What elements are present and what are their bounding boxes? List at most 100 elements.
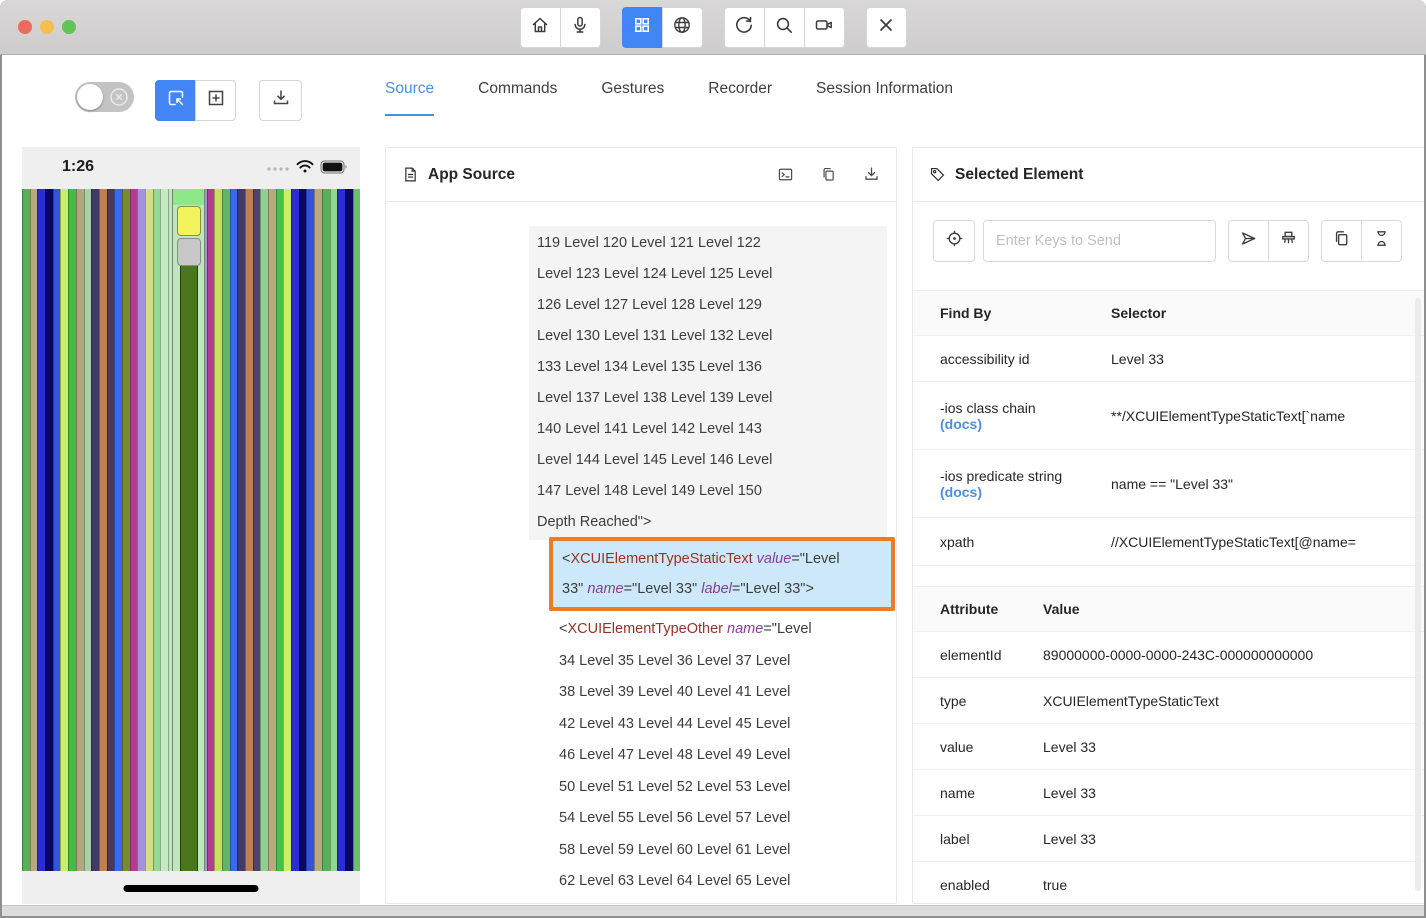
globe-button[interactable] <box>662 7 703 48</box>
selector-cell: Level 33 <box>1111 351 1424 367</box>
cellular-dots-icon <box>266 160 290 178</box>
attribute-cell: elementId <box>913 647 1043 663</box>
toolbar-group-3 <box>866 7 907 48</box>
value-cell: 89000000-0000-0000-243C-000000000000 <box>1043 647 1424 663</box>
tab-session-information[interactable]: Session Information <box>816 76 953 102</box>
stripe <box>99 189 107 871</box>
locate-icon <box>945 229 964 253</box>
refresh-button[interactable] <box>724 7 765 48</box>
tab-commands[interactable]: Commands <box>478 76 557 102</box>
grid-button[interactable] <box>622 7 663 48</box>
source-line: 38 Level 39 Level 40 Level 41 Level <box>559 677 812 709</box>
xml-text: Depth Reached"> <box>537 514 651 530</box>
stripe <box>153 189 161 871</box>
table-header-cell: Attribute <box>913 601 1043 617</box>
tab-source[interactable]: Source <box>385 76 434 102</box>
copy-icon[interactable] <box>820 166 837 183</box>
attribute-label: name <box>940 785 975 801</box>
panel-scrollbar[interactable] <box>1415 298 1421 891</box>
xml-text: Level 123 Level 124 Level 125 Level <box>537 266 772 282</box>
stripe <box>345 189 353 871</box>
xml-text: 62 Level 63 Level 64 Level 65 Level <box>559 873 790 889</box>
table-row: nameLevel 33 <box>913 770 1424 816</box>
source-parent-node-text[interactable]: 119 Level 120 Level 121 Level 122Level 1… <box>529 226 887 540</box>
attribute-label: label <box>940 831 970 847</box>
attribute-label: elementId <box>940 647 1001 663</box>
wait-for-element-button[interactable] <box>1361 220 1402 262</box>
source-selected-node[interactable]: <XCUIElementTypeStaticText value="Level3… <box>549 537 895 611</box>
table-row: valueLevel 33 <box>913 724 1424 770</box>
source-line: 46 Level 47 Level 48 Level 49 Level <box>559 740 812 772</box>
stripe <box>30 189 38 871</box>
find_by-label: accessibility id <box>940 351 1029 367</box>
element-actions-row <box>933 220 1402 262</box>
battery-icon <box>320 160 348 179</box>
locate-element-button[interactable] <box>933 220 975 262</box>
stripe <box>84 189 92 871</box>
xml-text: 34 Level 35 Level 36 Level 37 Level <box>559 653 790 669</box>
search-icon <box>774 15 794 40</box>
stripe <box>330 189 338 871</box>
xml-text: 58 Level 59 Level 60 Level 61 Level <box>559 842 790 858</box>
table-header-cell: Selector <box>1111 305 1424 321</box>
docs-link[interactable]: (docs) <box>940 484 1111 500</box>
xml-tag-name: XCUIElementTypeOther <box>567 621 723 637</box>
search-button[interactable] <box>764 7 805 48</box>
stripe <box>37 189 45 871</box>
app-source-actions <box>777 166 880 183</box>
xml-attr-name: label <box>701 581 732 597</box>
wifi-icon <box>295 159 315 179</box>
download-icon <box>271 88 291 113</box>
microphone-icon <box>570 15 590 40</box>
find_by-cell: -ios class chain(docs) <box>913 400 1111 432</box>
xml-attr-name: name <box>587 581 623 597</box>
terminal-icon[interactable] <box>777 166 794 183</box>
xml-text: Level 144 Level 145 Level 146 Level <box>537 452 772 468</box>
stripe <box>160 189 168 871</box>
toolbar-group-2 <box>724 7 845 48</box>
table-row: elementId 89000000-0000-0000-243C-0000000… <box>913 632 1424 678</box>
stripe <box>214 189 222 871</box>
download-icon[interactable] <box>863 166 880 183</box>
game-player-column <box>172 189 205 871</box>
close-button[interactable] <box>866 7 907 48</box>
tab-recorder[interactable]: Recorder <box>708 76 772 102</box>
send-keys-input[interactable] <box>983 220 1216 262</box>
xml-text: 50 Level 51 Level 52 Level 53 Level <box>559 779 790 795</box>
selected-element-title: Selected Element <box>955 166 1083 184</box>
find_by-label: -ios predicate string <box>940 468 1062 484</box>
value-cell: Level 33 <box>1043 831 1424 847</box>
microphone-button[interactable] <box>560 7 601 48</box>
send-keys-button[interactable] <box>1228 220 1269 262</box>
selector-cell: //XCUIElementTypeStaticText[@name= <box>1111 534 1424 550</box>
table-row: -ios class chain(docs)**/XCUIElementType… <box>913 382 1424 450</box>
source-line: 126 Level 127 Level 128 Level 129 <box>537 290 879 321</box>
attribute-cell: type <box>913 693 1043 709</box>
source-tree: 119 Level 120 Level 121 Level 122Level 1… <box>386 202 896 903</box>
stripe <box>53 189 61 871</box>
value-cell: Level 33 <box>1043 739 1424 755</box>
stripe <box>130 189 138 871</box>
select-element-button[interactable] <box>155 80 196 121</box>
source-sibling-node[interactable]: <XCUIElementTypeOther name="Level34 Leve… <box>559 614 812 898</box>
device-screenshot[interactable]: 1:26 <box>22 147 360 904</box>
xml-text: 46 Level 47 Level 48 Level 49 Level <box>559 747 790 763</box>
docs-link[interactable]: (docs) <box>940 416 1111 432</box>
tab-gestures[interactable]: Gestures <box>601 76 664 102</box>
download-screenshot-button[interactable] <box>259 80 302 121</box>
clear-button[interactable] <box>1268 220 1309 262</box>
expand-box-button[interactable] <box>195 80 236 121</box>
xml-text: ="Level 33" <box>624 581 702 597</box>
stripe <box>276 189 284 871</box>
source-line: 62 Level 63 Level 64 Level 65 Level <box>559 866 812 898</box>
player-yellow-block <box>177 206 201 236</box>
copy-attributes-button[interactable] <box>1321 220 1362 262</box>
screenshot-interaction-toggle[interactable] <box>75 82 134 112</box>
xml-text: 147 Level 148 Level 149 Level 150 <box>537 483 762 499</box>
table-row: -ios predicate string(docs)name == "Leve… <box>913 450 1424 518</box>
video-camera-button[interactable] <box>804 7 845 48</box>
xml-text: 38 Level 39 Level 40 Level 41 Level <box>559 684 790 700</box>
xml-text: 126 Level 127 Level 128 Level 129 <box>537 297 762 313</box>
xml-attr-name: value <box>757 551 792 567</box>
home-button[interactable] <box>520 7 561 48</box>
